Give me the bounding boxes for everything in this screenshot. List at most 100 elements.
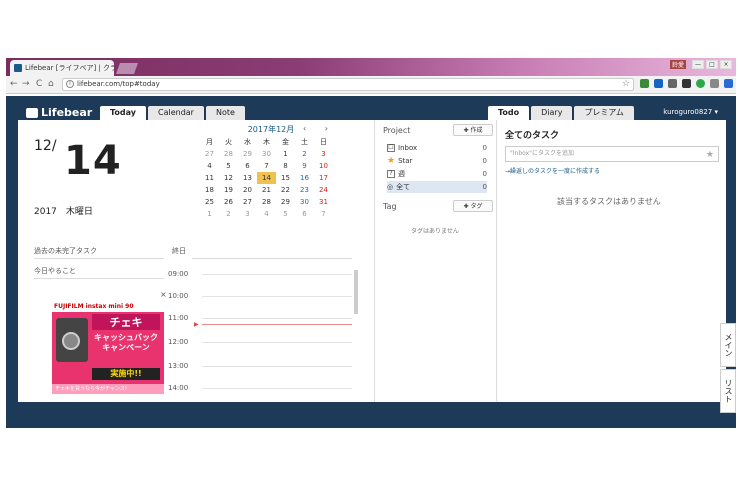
calendar-day[interactable]: 27 [200, 148, 219, 160]
hour-label: 10:00 [168, 292, 189, 300]
calendar-day[interactable]: 3 [314, 148, 333, 160]
calendar-day[interactable]: 30 [295, 196, 314, 208]
calendar-day[interactable]: 4 [200, 160, 219, 172]
ad-close-icon[interactable]: × [160, 290, 167, 299]
calendar-day[interactable]: 24 [314, 184, 333, 196]
calendar-day[interactable]: 7 [257, 160, 276, 172]
calendar-day[interactable]: 4 [257, 208, 276, 220]
tab-bar: Lifebear [ライフベア] | クラ × 鈴愛 — □ × [6, 58, 736, 76]
repeat-task-link[interactable]: →繰返しのタスクを一度に作成する [505, 166, 600, 175]
camera-lens [62, 332, 80, 350]
home-icon[interactable]: ⌂ [48, 79, 54, 89]
schedule-scrollbar[interactable] [354, 270, 358, 314]
extension-icon[interactable] [668, 79, 677, 88]
calendar-day[interactable]: 29 [238, 148, 257, 160]
star-toggle-icon[interactable]: ★ [706, 148, 714, 162]
extension-icon[interactable] [640, 79, 649, 88]
calendar-day[interactable]: 7 [314, 208, 333, 220]
calendar-day[interactable]: 1 [276, 148, 295, 160]
maximize-button[interactable]: □ [706, 60, 718, 69]
calendar-day[interactable]: 28 [219, 148, 238, 160]
extensions [640, 79, 733, 88]
tab-diary[interactable]: Diary [531, 106, 573, 120]
browser-tab[interactable]: Lifebear [ライフベア] | クラ × [10, 60, 114, 76]
todo-title: 全てのタスク [505, 131, 560, 141]
forward-icon[interactable]: → [22, 79, 30, 89]
add-task-input[interactable]: "Inbox"にタスクを追加 ★ [505, 146, 719, 162]
user-menu[interactable]: kuroguro0827 ▾ [663, 108, 718, 116]
calendar-day[interactable]: 31 [314, 196, 333, 208]
calendar-day[interactable]: 20 [238, 184, 257, 196]
divider [34, 258, 164, 259]
calendar-day[interactable]: 27 [238, 196, 257, 208]
profile-badge[interactable]: 鈴愛 [669, 60, 686, 69]
tab-todo[interactable]: Todo [488, 106, 530, 120]
reload-icon[interactable]: C [36, 79, 42, 89]
tab-premium[interactable]: プレミアム [574, 106, 634, 120]
calendar-day[interactable]: 26 [219, 196, 238, 208]
ad-campaign: キャッシュバックキャンペーン [94, 333, 158, 352]
extension-icon[interactable] [654, 79, 663, 88]
calendar-day[interactable]: 9 [295, 160, 314, 172]
calendar-day[interactable]: 3 [238, 208, 257, 220]
favicon-icon [14, 64, 22, 72]
calendar-day[interactable]: 15 [276, 172, 295, 184]
calendar-day[interactable]: 30 [257, 148, 276, 160]
calendar-day[interactable]: 6 [295, 208, 314, 220]
calendar-day[interactable]: 13 [238, 172, 257, 184]
calendar-day[interactable]: 29 [276, 196, 295, 208]
side-tab-main[interactable]: メイン [720, 323, 736, 367]
extension-icon[interactable] [696, 79, 705, 88]
calendar-day[interactable]: 8 [276, 160, 295, 172]
calendar-day[interactable]: 2 [219, 208, 238, 220]
new-tab-button[interactable] [115, 63, 139, 74]
calendar-day[interactable]: 6 [238, 160, 257, 172]
project-item-week[interactable]: ? 週 0 [387, 168, 487, 180]
logo[interactable]: Lifebear [26, 106, 92, 119]
close-button[interactable]: × [720, 60, 732, 69]
calendar-day[interactable]: 14 [257, 172, 276, 184]
main-panel: 12/ 14 2017 木曜日 2017年12月 ‹ › 月火水木金土日 27 28… [18, 120, 726, 402]
project-item-all[interactable]: ◎ 全て 0 [387, 181, 487, 193]
project-item-inbox[interactable]: ☐ Inbox 0 [387, 142, 487, 154]
advertisement[interactable]: FUJIFILM instax mini 90 チェキ キャッシュバックキャンペ… [52, 302, 164, 394]
calendar-day[interactable]: 19 [219, 184, 238, 196]
calendar-day[interactable]: 16 [295, 172, 314, 184]
tab-today[interactable]: Today [100, 106, 146, 120]
extension-icon[interactable] [682, 79, 691, 88]
calendar-day[interactable]: 2 [295, 148, 314, 160]
calendar-day[interactable]: 25 [200, 196, 219, 208]
day-number: 14 [64, 138, 122, 184]
camera-image [56, 318, 88, 362]
calendar-day[interactable]: 21 [257, 184, 276, 196]
calendar-day[interactable]: 11 [200, 172, 219, 184]
site-info-icon[interactable]: i [66, 80, 74, 88]
calendar-day[interactable]: 10 [314, 160, 333, 172]
inbox-icon: ☐ [387, 144, 395, 152]
calendar-day[interactable]: 5 [219, 160, 238, 172]
address-bar[interactable]: i lifebear.com/top#today ☆ [62, 78, 634, 91]
extension-icon[interactable] [710, 79, 719, 88]
calendar-day[interactable]: 12 [219, 172, 238, 184]
back-icon[interactable]: ← [10, 79, 18, 89]
minimize-button[interactable]: — [692, 60, 704, 69]
tab-note[interactable]: Note [205, 106, 245, 120]
side-tab-list[interactable]: リスト [720, 369, 736, 413]
calendar-day[interactable]: 18 [200, 184, 219, 196]
bookmark-star-icon[interactable]: ☆ [622, 79, 630, 90]
calendar-day[interactable]: 22 [276, 184, 295, 196]
calendar-nav[interactable]: ‹ › [303, 124, 336, 133]
add-tag-button[interactable]: ✚ タグ [453, 200, 493, 212]
calendar-day[interactable]: 1 [200, 208, 219, 220]
calendar-day[interactable]: 17 [314, 172, 333, 184]
project-item-star[interactable]: ★ Star 0 [387, 155, 487, 167]
extension-icon[interactable] [724, 79, 733, 88]
calendar-day[interactable]: 28 [257, 196, 276, 208]
calendar-day[interactable]: 23 [295, 184, 314, 196]
calendar-day[interactable]: 5 [276, 208, 295, 220]
create-project-button[interactable]: ✚ 作成 [453, 124, 493, 136]
browser-toolbar: ← → C ⌂ i lifebear.com/top#today ☆ ク [6, 76, 736, 118]
project-item-label: Inbox [398, 144, 418, 152]
tag-title: Tag [383, 202, 397, 211]
tab-calendar[interactable]: Calendar [147, 106, 204, 120]
